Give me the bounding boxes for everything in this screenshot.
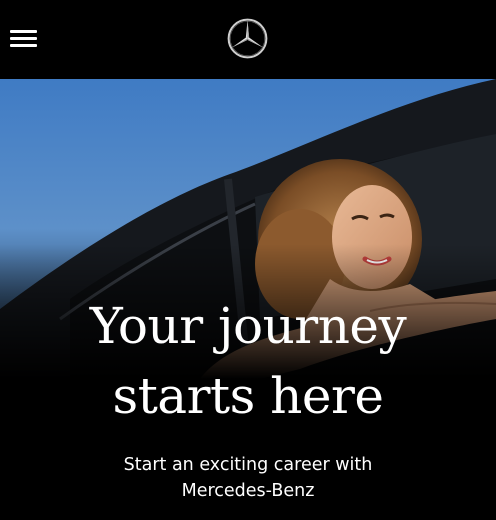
menu-bar	[10, 30, 37, 33]
hero-subtitle-line: Start an exciting career with	[123, 455, 373, 475]
hamburger-menu-button[interactable]	[10, 28, 37, 48]
menu-bar	[10, 44, 37, 47]
hero-subtitle-line: Mercedes-Benz	[181, 481, 315, 501]
site-header	[0, 0, 496, 79]
hero-subtitle: Start an exciting career with Mercedes-B…	[0, 452, 496, 504]
hero-title: Your journey starts here	[0, 291, 496, 431]
hero-title-line: Your journey	[89, 297, 407, 355]
hero-section: Your journey starts here Start an exciti…	[0, 79, 496, 520]
menu-bar	[10, 37, 37, 40]
three-pointed-star-logo-icon[interactable]	[227, 18, 268, 59]
hero-title-line: starts here	[112, 367, 384, 425]
